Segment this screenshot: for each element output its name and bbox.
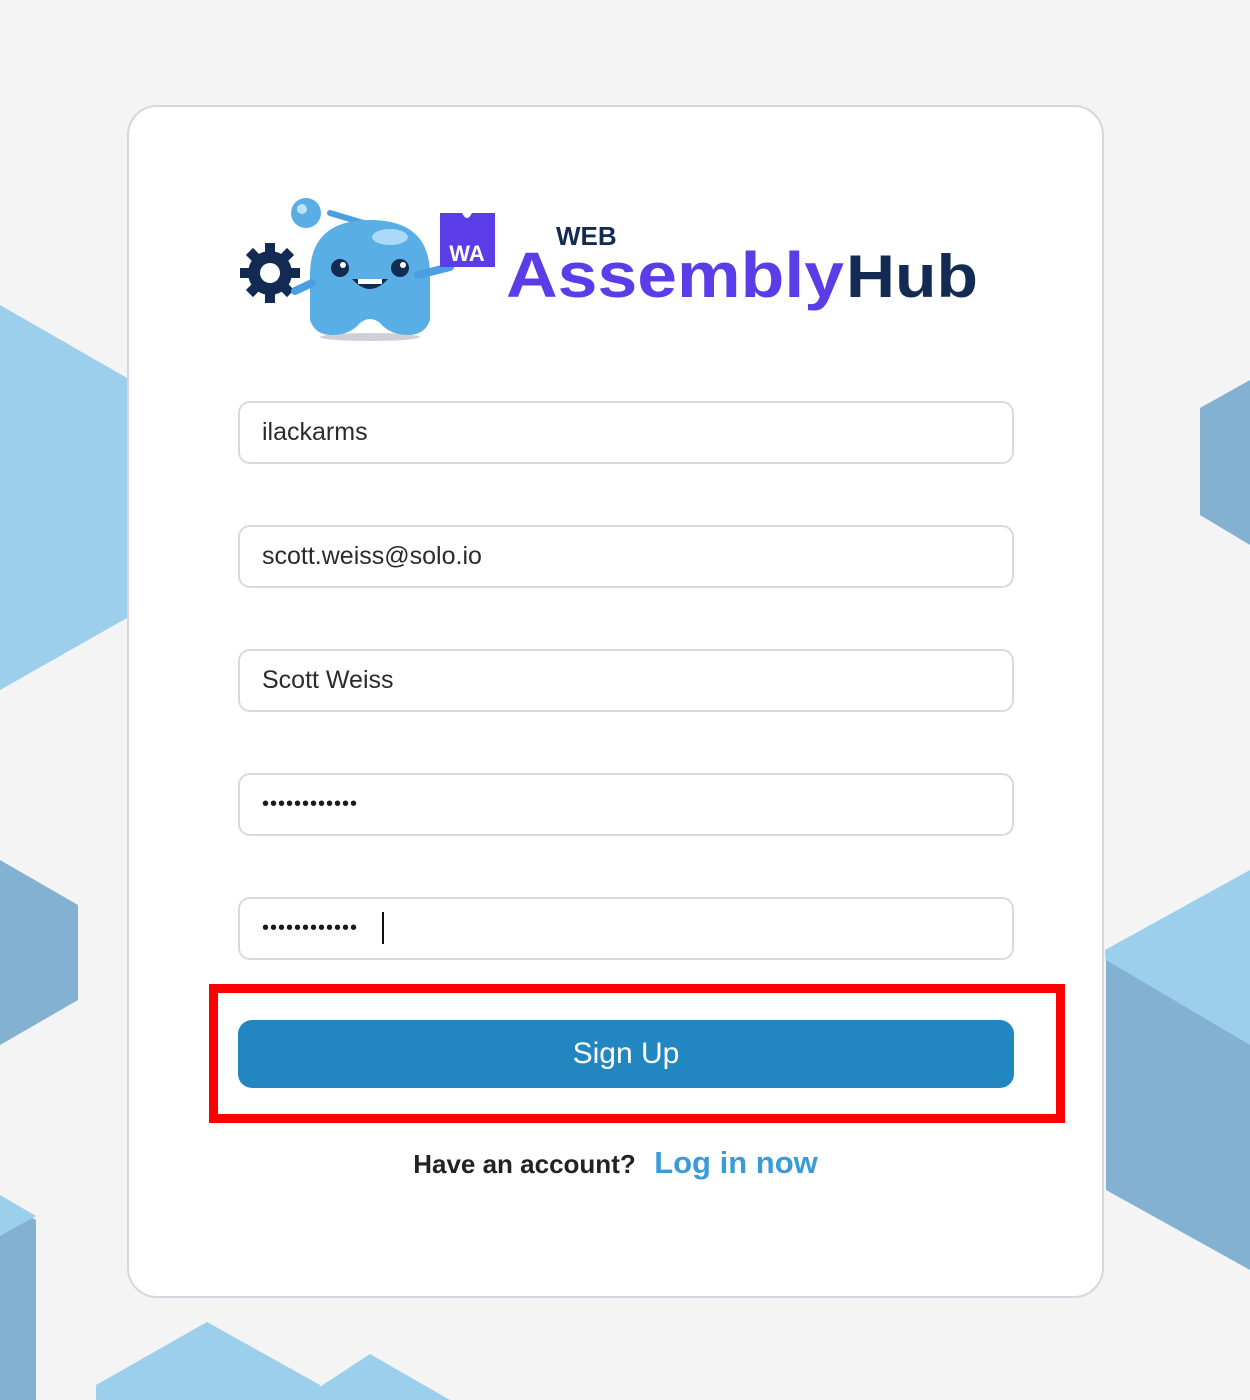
login-prompt-row: Have an account? Log in now (127, 1145, 1104, 1181)
email-input[interactable] (238, 525, 1014, 588)
log-in-now-link[interactable]: Log in now (654, 1145, 818, 1180)
bg-hexagon-bottom-2 (300, 1354, 450, 1400)
bg-hexagon-bottom-1 (96, 1322, 320, 1400)
confirm-password-input[interactable] (238, 897, 1014, 960)
bg-hexagon-left-top (0, 305, 127, 690)
full-name-input[interactable] (238, 649, 1014, 712)
text-cursor (382, 912, 384, 944)
sign-up-button[interactable]: Sign Up (238, 1020, 1014, 1088)
svg-text:WA: WA (449, 241, 485, 266)
logo-word-hub: Hub (846, 243, 978, 310)
signup-page: WA WEB Assembly Hub Sign Up Have an acco… (0, 0, 1250, 1400)
have-account-text: Have an account? (413, 1149, 636, 1179)
username-input[interactable] (238, 401, 1014, 464)
wa-badge: WA (440, 213, 495, 267)
password-input[interactable] (238, 773, 1014, 836)
logo-word-assembly: Assembly (506, 239, 844, 311)
gear-icon (240, 243, 300, 303)
bg-hexagon-left-middle (0, 860, 78, 1045)
mascot-icon (291, 198, 454, 341)
bg-hexagon-right-top (1200, 380, 1250, 545)
webassembly-hub-logo: WA WEB Assembly Hub (240, 198, 978, 341)
